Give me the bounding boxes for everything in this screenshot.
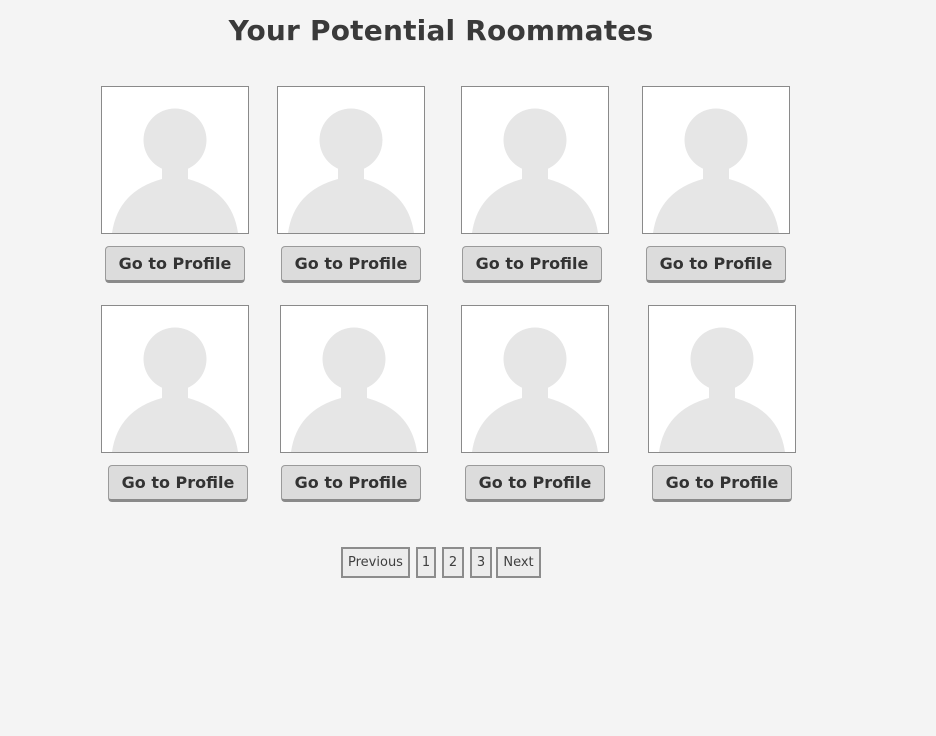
go-to-profile-button[interactable]: Go to Profile [646,246,786,283]
go-to-profile-button[interactable]: Go to Profile [462,246,602,283]
avatar[interactable] [648,305,796,453]
previous-page-button[interactable]: Previous [341,547,410,578]
go-to-profile-button[interactable]: Go to Profile [108,465,248,502]
roommates-page: Your Potential Roommates Go to Profile G… [0,0,936,736]
person-silhouette-icon [643,87,789,233]
person-silhouette-icon [281,306,427,452]
person-silhouette-icon [278,87,424,233]
avatar[interactable] [461,305,609,453]
go-to-profile-button[interactable]: Go to Profile [281,465,421,502]
person-silhouette-icon [102,87,248,233]
person-silhouette-icon [462,306,608,452]
person-silhouette-icon [462,87,608,233]
page-2-button[interactable]: 2 [442,547,464,578]
person-silhouette-icon [102,306,248,452]
person-silhouette-icon [649,306,795,452]
go-to-profile-button[interactable]: Go to Profile [281,246,421,283]
go-to-profile-button[interactable]: Go to Profile [652,465,792,502]
go-to-profile-button[interactable]: Go to Profile [105,246,245,283]
avatar[interactable] [461,86,609,234]
page-3-button[interactable]: 3 [470,547,492,578]
page-title: Your Potential Roommates [228,14,654,47]
avatar[interactable] [280,305,428,453]
avatar[interactable] [277,86,425,234]
avatar[interactable] [101,86,249,234]
page-1-button[interactable]: 1 [416,547,436,578]
go-to-profile-button[interactable]: Go to Profile [465,465,605,502]
avatar[interactable] [642,86,790,234]
next-page-button[interactable]: Next [496,547,541,578]
avatar[interactable] [101,305,249,453]
